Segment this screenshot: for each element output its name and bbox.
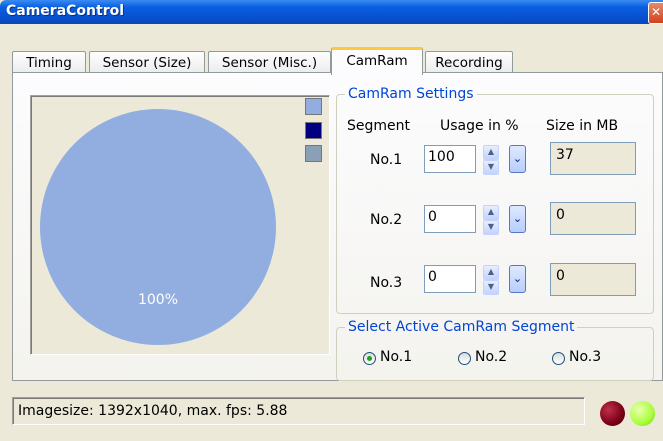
pie-chart: 100% bbox=[40, 109, 276, 345]
camram-settings-legend: CamRam Settings bbox=[348, 86, 474, 102]
pie-percent-label: 100% bbox=[138, 292, 178, 308]
status-text: Imagesize: 1392x1040, max. fps: 5.88 bbox=[12, 397, 585, 425]
segment-label-no1: No.1 bbox=[370, 152, 403, 168]
status-led-red bbox=[600, 401, 625, 426]
usage-input-no1[interactable]: 100 bbox=[424, 145, 476, 173]
tab-sensor-size[interactable]: Sensor (Size) bbox=[89, 51, 205, 73]
chevron-down-icon: ⌄ bbox=[512, 152, 523, 165]
usage-input-no3[interactable]: 0 bbox=[424, 265, 476, 293]
size-field-no2: 0 bbox=[550, 202, 636, 235]
usage-spinner-no2[interactable]: ▲ ▼ bbox=[483, 205, 499, 235]
header-segment: Segment bbox=[347, 118, 410, 134]
tab-camram[interactable]: CamRam bbox=[331, 47, 423, 75]
window-title: CameraControl bbox=[6, 3, 125, 19]
legend-swatch-no1 bbox=[305, 98, 322, 115]
usage-dropdown-no2[interactable]: ⌄ bbox=[509, 205, 526, 233]
spin-down-icon[interactable]: ▼ bbox=[483, 280, 499, 295]
radio-label-no2[interactable]: No.2 bbox=[475, 349, 507, 365]
radio-label-no3[interactable]: No.3 bbox=[569, 349, 601, 365]
radio-active-no1[interactable] bbox=[363, 352, 376, 365]
header-size: Size in MB bbox=[546, 118, 619, 134]
spin-down-icon[interactable]: ▼ bbox=[483, 160, 499, 175]
chevron-down-icon: ⌄ bbox=[512, 272, 523, 285]
spin-up-icon[interactable]: ▲ bbox=[483, 265, 499, 280]
usage-dropdown-no1[interactable]: ⌄ bbox=[509, 145, 526, 173]
pie-slice-no1 bbox=[40, 109, 276, 345]
tab-timing[interactable]: Timing bbox=[12, 51, 86, 73]
pie-chart-box: 100% bbox=[30, 95, 330, 355]
radio-active-no3[interactable] bbox=[552, 352, 565, 365]
tab-strip: Timing Sensor (Size) Sensor (Misc.) CamR… bbox=[0, 24, 663, 75]
header-usage: Usage in % bbox=[440, 118, 519, 134]
radio-label-no1[interactable]: No.1 bbox=[380, 349, 412, 365]
close-icon[interactable]: ✕ bbox=[648, 2, 663, 24]
active-segment-legend: Select Active CamRam Segment bbox=[348, 319, 575, 335]
usage-spinner-no1[interactable]: ▲ ▼ bbox=[483, 145, 499, 175]
legend-swatch-no2 bbox=[305, 122, 322, 139]
usage-dropdown-no3[interactable]: ⌄ bbox=[509, 265, 526, 293]
segment-label-no3: No.3 bbox=[370, 275, 403, 291]
radio-active-no2[interactable] bbox=[458, 352, 471, 365]
spin-up-icon[interactable]: ▲ bbox=[483, 145, 499, 160]
spin-down-icon[interactable]: ▼ bbox=[483, 220, 499, 235]
title-bar: CameraControl ✕ bbox=[0, 0, 663, 24]
spin-up-icon[interactable]: ▲ bbox=[483, 205, 499, 220]
chevron-down-icon: ⌄ bbox=[512, 212, 523, 225]
size-field-no3: 0 bbox=[550, 263, 636, 296]
usage-spinner-no3[interactable]: ▲ ▼ bbox=[483, 265, 499, 295]
size-field-no1: 37 bbox=[550, 142, 636, 175]
legend-swatch-no3 bbox=[305, 145, 322, 162]
tab-recording[interactable]: Recording bbox=[425, 51, 513, 73]
usage-input-no2[interactable]: 0 bbox=[424, 205, 476, 233]
tab-sensor-misc[interactable]: Sensor (Misc.) bbox=[208, 51, 331, 73]
status-led-green bbox=[630, 401, 655, 426]
segment-label-no2: No.2 bbox=[370, 212, 403, 228]
